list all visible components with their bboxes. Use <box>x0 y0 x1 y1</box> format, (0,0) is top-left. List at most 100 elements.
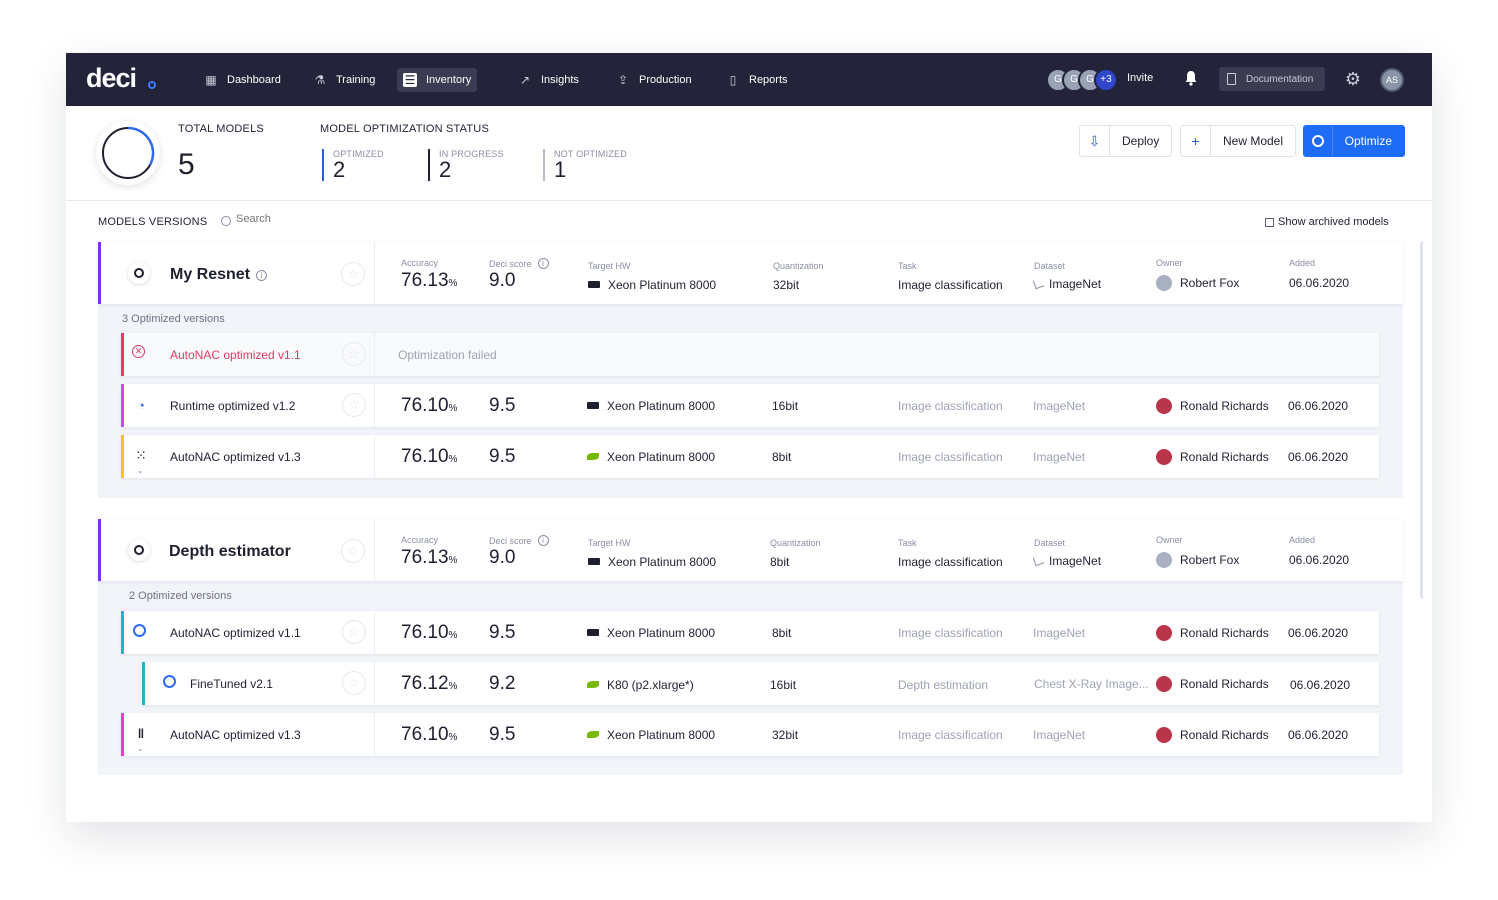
dataset-value: ImageNet <box>1032 277 1101 291</box>
accuracy-label: Accuracy <box>401 535 439 545</box>
stat-in-progress: IN PROGRESS 2 <box>428 149 504 181</box>
owner-avatar <box>1156 727 1172 743</box>
model-name[interactable]: Depth estimator <box>169 543 291 561</box>
search-input[interactable] <box>236 213 356 225</box>
star-icon[interactable]: ☆ <box>342 620 366 644</box>
owner-value: Ronald Richards <box>1156 676 1269 692</box>
owner-value: Robert Fox <box>1156 552 1239 568</box>
total-models-ring <box>96 121 160 185</box>
version-row[interactable]: ‖ ⌄ AutoNAC optimized v1.3 76.10% 9.5 Xe… <box>121 713 1379 756</box>
invite-link[interactable]: Invite <box>1127 72 1153 84</box>
new-model-label: New Model <box>1223 134 1284 148</box>
nav-insights-label: Insights <box>541 74 579 86</box>
deci-score-label: Deci score i <box>489 535 549 546</box>
runtime-icon: ◔ <box>137 397 145 413</box>
info-icon[interactable]: i <box>537 535 549 546</box>
nav-reports-label: Reports <box>749 74 788 86</box>
added-value: 06.06.2020 <box>1288 399 1349 413</box>
team-more-badge[interactable]: +3 <box>1094 68 1118 92</box>
star-icon[interactable]: ☆ <box>341 262 365 286</box>
target-hw-value: Xeon Platinum 8000 <box>587 450 715 464</box>
dataset-label: Dataset <box>1034 538 1066 548</box>
version-name[interactable]: FineTuned v2.1 <box>190 677 273 691</box>
deploy-button[interactable]: ⇩ Deploy <box>1079 125 1173 157</box>
version-name[interactable]: AutoNAC optimized v1.3 <box>170 728 301 742</box>
target-hw-label: Target HW <box>588 538 631 548</box>
model-row[interactable]: Depth estimator ☆ Accuracy 76.13% Deci s… <box>98 519 1403 581</box>
grid-icon: ⁙ <box>135 446 147 463</box>
accuracy-value: 76.10% <box>401 724 458 745</box>
gear-icon[interactable]: ⚙ <box>1343 69 1363 89</box>
versions-count: 2 Optimized versions <box>129 590 232 602</box>
quantization-value: 16bit <box>772 399 799 413</box>
dataset-value: ImageNet <box>1033 450 1086 464</box>
info-icon[interactable]: i <box>256 270 268 281</box>
user-avatar[interactable]: AS <box>1380 68 1404 92</box>
plus-icon: + <box>1181 126 1211 156</box>
version-row[interactable]: ◔ Runtime optimized v1.2 ☆ 76.10% 9.5 Xe… <box>121 384 1379 427</box>
added-value: 06.06.2020 <box>1290 678 1351 692</box>
accuracy-value: 76.13% <box>401 270 458 291</box>
optimize-button[interactable]: Optimize <box>1303 125 1405 157</box>
optimizing-icon <box>163 675 176 688</box>
dataset-value: ImageNet <box>1033 626 1086 640</box>
info-icon[interactable]: i <box>537 258 549 269</box>
quantization-label: Quantization <box>773 261 824 271</box>
document-icon: ▯ <box>729 73 737 87</box>
intel-icon <box>587 402 599 409</box>
upload-icon: ⇪ <box>617 73 629 87</box>
versions-count: 3 Optimized versions <box>122 313 225 325</box>
nvidia-icon <box>587 681 599 688</box>
stat-optimized-value: 2 <box>333 157 346 182</box>
star-icon[interactable]: ☆ <box>342 671 366 695</box>
accuracy-value: 76.10% <box>401 395 458 416</box>
show-archived-label: Show archived models <box>1278 216 1389 228</box>
stat-in-progress-value: 2 <box>439 157 452 182</box>
model-row[interactable]: My Resnet i ☆ Accuracy 76.13% Deci score i… <box>98 242 1403 304</box>
optimization-status-label: MODEL OPTIMIZATION STATUS <box>320 123 489 135</box>
version-name[interactable]: AutoNAC optimized v1.3 <box>170 450 301 464</box>
version-name[interactable]: AutoNAC optimized v1.1 <box>170 348 301 362</box>
nav-production-label: Production <box>639 74 692 86</box>
pause-icon[interactable]: ‖ <box>132 724 150 742</box>
deci-logo[interactable]: deci <box>86 63 137 94</box>
model-name[interactable]: My Resnet i <box>170 266 268 284</box>
nav-dashboard[interactable]: ▦ Dashboard <box>198 68 287 92</box>
chevron-down-icon[interactable]: ⌄ <box>137 744 144 753</box>
nav-training[interactable]: ⚗ Training <box>307 68 381 92</box>
logo-dot-icon <box>148 81 156 89</box>
version-name[interactable]: AutoNAC optimized v1.1 <box>170 626 301 640</box>
version-name[interactable]: Runtime optimized v1.2 <box>170 399 295 413</box>
deci-score-value: 9.5 <box>489 446 516 467</box>
star-icon[interactable]: ☆ <box>341 539 365 563</box>
chevron-down-icon[interactable]: ⌄ <box>137 466 144 475</box>
total-models-value: 5 <box>178 148 195 181</box>
quantization-value: 16bit <box>770 678 797 692</box>
version-row[interactable]: ⁙ ⌄ AutoNAC optimized v1.3 76.10% 9.5 Xe… <box>121 435 1379 478</box>
nvidia-icon <box>587 731 599 738</box>
version-row[interactable]: AutoNAC optimized v1.1 ☆ 76.10% 9.5 Xeon… <box>121 611 1379 654</box>
archived-checkbox[interactable] <box>1265 217 1274 227</box>
target-hw-value: K80 (p2.xlarge*) <box>587 678 694 692</box>
target-hw-label: Target HW <box>588 261 631 271</box>
owner-label: Owner <box>1156 258 1183 268</box>
star-icon[interactable]: ☆ <box>342 342 366 366</box>
version-row[interactable]: FineTuned v2.1 ☆ 76.12% 9.2 K80 (p2.xlar… <box>142 662 1379 705</box>
nav-reports[interactable]: ▯ Reports <box>720 68 794 92</box>
new-model-button[interactable]: + New Model <box>1180 125 1297 157</box>
search-icon <box>221 216 231 226</box>
quantization-value: 8bit <box>770 555 790 569</box>
documentation-button[interactable]: Documentation <box>1219 67 1325 91</box>
progress-ring-icon <box>102 126 155 179</box>
task-value: Image classification <box>898 728 1003 742</box>
nav-production[interactable]: ⇪ Production <box>610 68 698 92</box>
model-name-text: My Resnet <box>170 266 251 283</box>
star-icon[interactable]: ☆ <box>342 393 366 417</box>
nav-insights[interactable]: ↗ Insights <box>512 68 585 92</box>
show-archived-toggle[interactable]: Show archived models <box>1265 216 1389 228</box>
bell-icon[interactable] <box>1184 70 1198 86</box>
nav-inventory[interactable]: ☰ Inventory <box>397 68 478 92</box>
version-row[interactable]: ✕ AutoNAC optimized v1.1 ☆ Optimization … <box>121 333 1379 376</box>
added-value: 06.06.2020 <box>1288 728 1349 742</box>
scrollbar[interactable] <box>1420 241 1423 599</box>
